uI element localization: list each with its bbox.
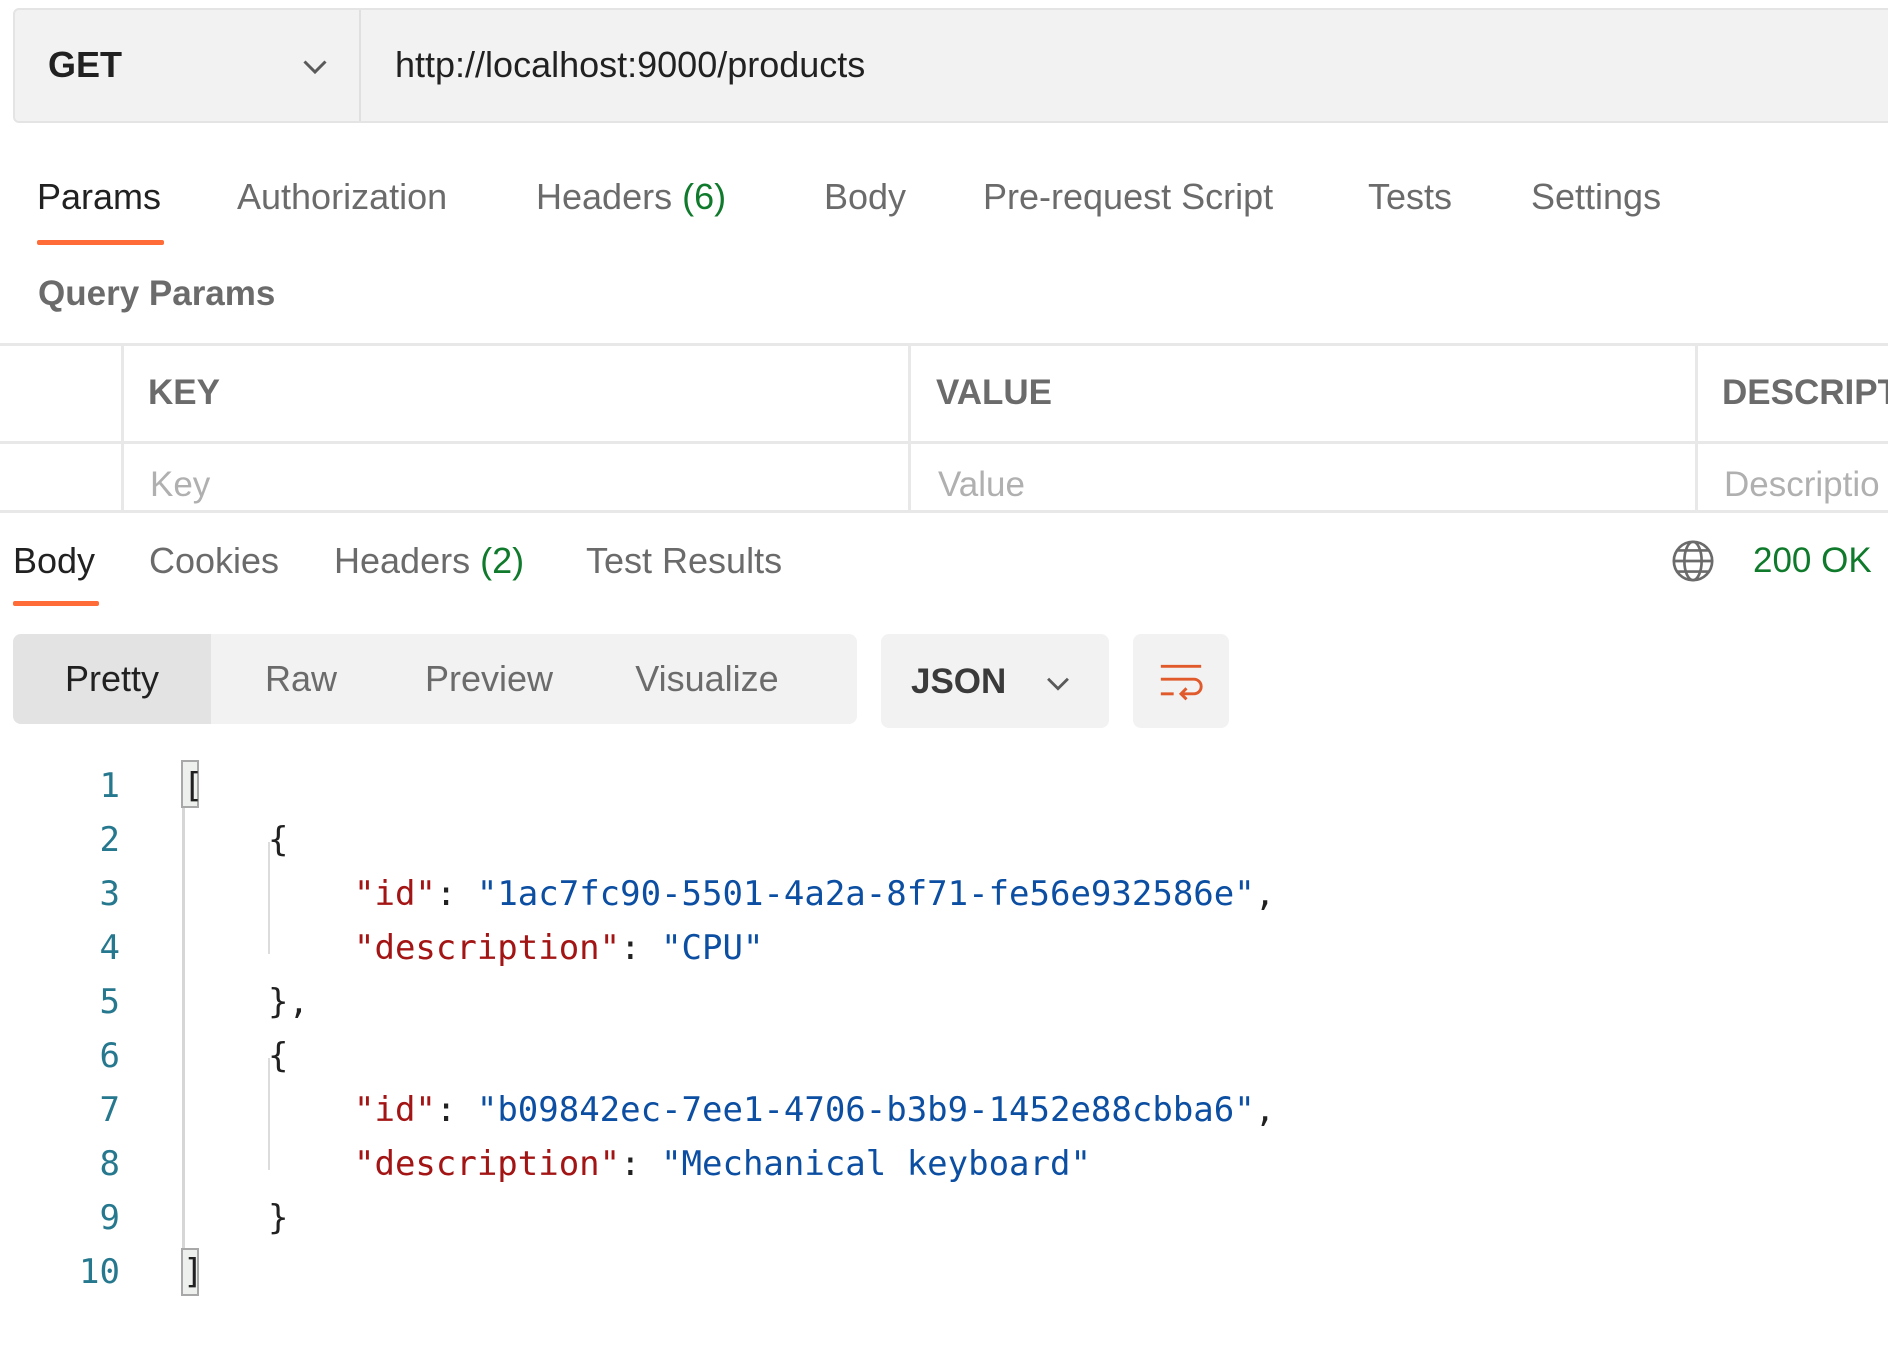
line-number: 6 <box>99 1036 120 1076</box>
param-description-input[interactable] <box>1724 462 1884 508</box>
tab-body[interactable]: Body <box>824 176 906 218</box>
response-tab-headers[interactable]: Headers (2) <box>334 540 524 582</box>
wrap-lines-button[interactable] <box>1133 634 1229 728</box>
tab-headers-count: (6) <box>682 176 727 217</box>
response-divider[interactable] <box>0 510 1888 513</box>
url-input[interactable] <box>395 40 1795 90</box>
line-number: 10 <box>79 1252 120 1292</box>
indent-guide <box>182 766 185 1296</box>
json-key: "description" <box>354 1144 621 1184</box>
response-body-viewer[interactable]: 1 2 3 4 5 6 7 8 9 10 [ { "id": "1ac7fc90… <box>0 760 1888 1320</box>
json-string: "Mechanical keyboard" <box>661 1144 1091 1184</box>
view-mode-segment: Pretty Raw Preview Visualize <box>13 634 857 724</box>
line-number: 8 <box>99 1144 120 1184</box>
tab-tests[interactable]: Tests <box>1368 176 1452 218</box>
line-number: 1 <box>99 766 120 806</box>
params-table: KEY VALUE DESCRIPT <box>0 343 1888 513</box>
code-line: [ <box>183 766 204 806</box>
method-label: GET <box>48 44 123 85</box>
column-header-key: KEY <box>148 373 220 412</box>
table-column-divider <box>908 343 911 513</box>
chevron-down-icon <box>303 60 327 75</box>
code-line: ] <box>183 1252 204 1292</box>
json-colon: : <box>435 874 477 914</box>
active-tab-indicator <box>37 240 164 245</box>
code-line: } <box>268 1198 289 1238</box>
json-string: "b09842ec-7ee1-4706-b3b9-1452e88cbba6" <box>476 1090 1255 1130</box>
code-line: { <box>268 820 289 860</box>
method-select[interactable]: GET <box>15 10 361 121</box>
format-label: JSON <box>911 662 1007 701</box>
format-select[interactable]: JSON <box>881 634 1109 728</box>
response-tab-body[interactable]: Body <box>13 540 95 582</box>
json-colon: : <box>620 1144 662 1184</box>
table-divider <box>0 441 1888 444</box>
line-number: 3 <box>99 874 120 914</box>
view-mode-pretty[interactable]: Pretty <box>13 634 211 724</box>
json-comma: , <box>1254 874 1276 914</box>
json-key: "id" <box>354 1090 436 1130</box>
query-params-title: Query Params <box>38 274 276 313</box>
code-line: "description": "Mechanical keyboard" <box>354 1144 1091 1184</box>
column-header-description: DESCRIPT <box>1722 373 1888 412</box>
view-mode-raw[interactable]: Raw <box>211 634 391 724</box>
active-response-tab-indicator <box>13 601 99 606</box>
tab-pre-request-script[interactable]: Pre-request Script <box>983 176 1273 218</box>
line-number: 2 <box>99 820 120 860</box>
tab-headers[interactable]: Headers (6) <box>536 176 726 218</box>
code-line: { <box>268 1036 289 1076</box>
globe-icon[interactable] <box>1670 538 1716 584</box>
json-string: "1ac7fc90-5501-4a2a-8f71-fe56e932586e" <box>476 874 1255 914</box>
tab-authorization[interactable]: Authorization <box>237 176 447 218</box>
line-number: 4 <box>99 928 120 968</box>
view-mode-visualize[interactable]: Visualize <box>587 634 827 724</box>
response-tab-cookies[interactable]: Cookies <box>149 540 279 582</box>
line-number: 7 <box>99 1090 120 1130</box>
status-badge[interactable]: 200 OK <box>1753 541 1872 581</box>
json-string: "CPU" <box>661 928 764 968</box>
line-number: 5 <box>99 982 120 1022</box>
view-mode-preview[interactable]: Preview <box>391 634 587 724</box>
json-comma: , <box>1254 1090 1276 1130</box>
tab-headers-label: Headers <box>536 176 673 217</box>
response-tab-headers-count: (2) <box>480 540 525 581</box>
code-line: "description": "CPU" <box>354 928 763 968</box>
json-colon: : <box>435 1090 477 1130</box>
table-column-divider <box>121 343 124 513</box>
code-line: }, <box>268 982 309 1022</box>
response-tab-test-results[interactable]: Test Results <box>586 540 782 582</box>
request-bar: GET <box>13 8 1888 123</box>
code-line: "id": "1ac7fc90-5501-4a2a-8f71-fe56e9325… <box>354 874 1275 914</box>
tab-settings[interactable]: Settings <box>1531 176 1661 218</box>
param-key-input[interactable] <box>150 462 890 508</box>
column-header-value: VALUE <box>936 373 1053 412</box>
tab-params[interactable]: Params <box>37 176 161 218</box>
json-key: "description" <box>354 928 621 968</box>
json-colon: : <box>620 928 662 968</box>
line-number: 9 <box>99 1198 120 1238</box>
wrap-lines-icon <box>1160 664 1203 701</box>
response-tab-headers-label: Headers <box>334 540 471 581</box>
code-line: "id": "b09842ec-7ee1-4706-b3b9-1452e88cb… <box>354 1090 1275 1130</box>
json-key: "id" <box>354 874 436 914</box>
table-divider <box>0 343 1888 346</box>
table-column-divider <box>1695 343 1698 513</box>
param-value-input[interactable] <box>938 462 1678 508</box>
chevron-down-icon <box>1047 677 1069 691</box>
